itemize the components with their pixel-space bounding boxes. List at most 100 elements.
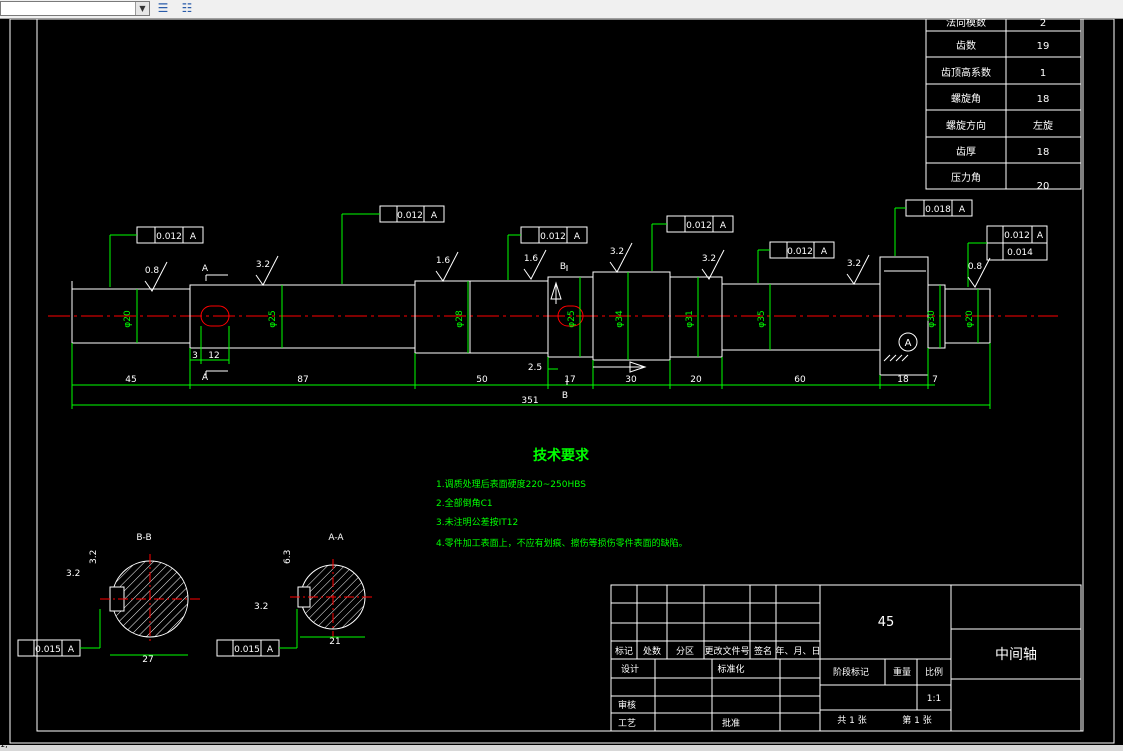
tb-approve: 批准 (722, 717, 740, 729)
chevron-down-icon[interactable]: ▼ (135, 2, 149, 15)
dim-length: 12 (208, 351, 219, 361)
roughness-value: 3.2 (66, 569, 80, 579)
dim-keyway-width: 27 (142, 655, 153, 665)
tb-weight: 重量 (893, 666, 911, 678)
gear-row-label: 压力角 (951, 171, 981, 184)
section-label-a: A (202, 373, 209, 383)
layer-dropdown[interactable]: ▼ (0, 1, 150, 16)
roughness-value: 3.2 (89, 550, 99, 564)
dim-keyway-width: 21 (329, 637, 340, 647)
tolerance-value: 0.012 (397, 211, 423, 221)
section-bb-title: B-B (136, 533, 151, 543)
tolerance-value: 0.015 (234, 645, 260, 655)
tb-design: 设计 (621, 663, 639, 675)
dim-diameter: φ30 (927, 310, 937, 328)
dim-length: 18 (897, 375, 909, 385)
status-bar: 1, (0, 740, 1123, 751)
tolerance-value: 0.015 (35, 645, 61, 655)
tolerance-datum: A (720, 221, 727, 231)
tolerance-value: 0.012 (1004, 231, 1030, 241)
gear-row-value: 18 (1037, 147, 1050, 158)
dim-length: 17 (564, 375, 575, 385)
dim-diameter: φ20 (965, 310, 975, 328)
roughness-value: 3.2 (847, 259, 861, 269)
tech-requirement-item: 1.调质处理后表面硬度220~250HBS (436, 478, 586, 490)
tolerance-datum: A (959, 205, 966, 215)
tolerance-value: 0.018 (925, 205, 951, 215)
layer-states-icon[interactable]: ☷ (176, 0, 198, 17)
dim-diameter: φ20 (123, 310, 133, 328)
tolerance-datum: A (821, 247, 828, 257)
dim-diameter: φ34 (615, 310, 625, 328)
tb-header: 年、月、日 (775, 645, 820, 657)
tb-header: 处数 (643, 645, 661, 657)
dim-diameter: φ25 (268, 310, 278, 327)
tb-header: 签名 (754, 645, 772, 657)
dim-diameter: φ31 (685, 310, 695, 327)
tolerance-value: 0.012 (156, 232, 182, 242)
tolerance-datum: A (574, 232, 581, 242)
dim-total-length: 351 (521, 396, 538, 406)
toolbar: ▼ ☰ ☷ (0, 0, 1123, 19)
dim-length: 30 (625, 375, 637, 385)
tb-stage-mark: 阶段标记 (833, 666, 869, 678)
tb-sheets-total: 共 1 张 (837, 715, 866, 726)
section-aa-title: A-A (328, 533, 344, 543)
tolerance-datum: A (267, 645, 274, 655)
gear-row-value: 左旋 (1033, 119, 1053, 132)
tolerance-value: 0.014 (1007, 248, 1033, 258)
drawing-canvas[interactable]: 法向模数 2 齿数 19 齿顶高系数 1 螺旋角 18 螺旋方向 左旋 齿厚 1… (0, 16, 1123, 745)
tolerance-datum: A (431, 211, 438, 221)
section-aa-view (290, 559, 375, 639)
gear-row-value: 18 (1037, 94, 1050, 105)
gear-row-label: 齿顶高系数 (941, 66, 991, 79)
tolerance-value: 0.012 (787, 247, 813, 257)
tolerance-datum: A (68, 645, 75, 655)
roughness-value: 0.8 (145, 266, 160, 276)
gear-row-label: 螺旋角 (951, 92, 981, 105)
roughness-value: 3.2 (610, 247, 624, 257)
dim-length: 2.5 (528, 363, 542, 373)
dim-length: 60 (794, 375, 806, 385)
tb-header: 标记 (615, 645, 633, 657)
status-coord: 1, (0, 740, 8, 749)
gear-row-label: 法向模数 (946, 19, 986, 29)
tech-requirements-title: 技术要求 (533, 447, 590, 464)
tb-header: 分区 (676, 646, 694, 657)
tolerance-value: 0.012 (540, 232, 566, 242)
tb-process: 工艺 (618, 718, 636, 729)
gear-param-table (925, 18, 1082, 190)
tb-scale: 1:1 (927, 694, 941, 704)
datum-a-label: A (905, 338, 912, 349)
dim-length: 7 (932, 375, 938, 385)
section-label-b: B (560, 262, 566, 272)
dim-length: 87 (297, 375, 308, 385)
layers-icon[interactable]: ☰ (152, 0, 174, 17)
roughness-value: 0.8 (968, 262, 983, 272)
roughness-value: 6.3 (283, 550, 293, 564)
tb-standard: 标准化 (717, 663, 744, 675)
roughness-value: 1.6 (524, 254, 539, 264)
dim-length: 3 (192, 351, 198, 361)
section-label-a: A (202, 264, 209, 274)
dim-diameter: φ35 (757, 310, 767, 327)
tb-scale-label: 比例 (925, 666, 943, 678)
roughness-value: 3.2 (256, 260, 270, 270)
tech-requirement-item: 4.零件加工表面上，不应有划痕、擦伤等损伤零件表面的缺陷。 (436, 537, 688, 549)
gear-row-value: 2 (1040, 19, 1046, 29)
section-label-b: B (562, 391, 568, 401)
tb-sheet-no: 第 1 张 (902, 714, 931, 726)
tolerance-datum: A (190, 232, 197, 242)
tech-requirement-item: 3.未注明公差按IT12 (436, 516, 518, 528)
dim-length: 20 (690, 375, 702, 385)
roughness-value: 3.2 (254, 602, 268, 612)
roughness-value: 3.2 (702, 254, 716, 264)
tech-requirement-item: 2.全部倒角C1 (436, 497, 493, 509)
gear-row-label: 齿厚 (956, 146, 976, 158)
roughness-value: 1.6 (436, 256, 451, 266)
tb-header: 更改文件号 (704, 645, 749, 657)
gear-row-value: 20 (1037, 181, 1050, 192)
tolerance-value: 0.012 (686, 221, 712, 231)
dim-length: 50 (476, 375, 488, 385)
section-bb-view (100, 554, 200, 656)
